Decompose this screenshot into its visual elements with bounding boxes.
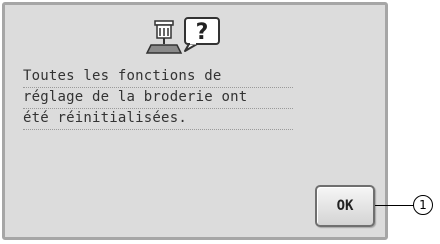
- svg-text:?: ?: [196, 20, 209, 45]
- ok-button[interactable]: OK: [315, 185, 375, 227]
- callout-number-badge: 1: [413, 195, 433, 215]
- callout-leader-line: [375, 205, 414, 206]
- embroidery-machine-question-icon: ?: [145, 17, 220, 54]
- message-line: réglage de la broderie ont: [23, 88, 293, 109]
- message-line: été réinitialisées.: [23, 109, 293, 130]
- message-text: Toutes les fonctions de réglage de la br…: [23, 67, 293, 130]
- message-line: Toutes les fonctions de: [23, 67, 293, 88]
- embroidery-machine-question-icon: ?: [145, 15, 235, 59]
- callout-number: 1: [419, 198, 427, 212]
- ok-button-label: OK: [336, 198, 354, 214]
